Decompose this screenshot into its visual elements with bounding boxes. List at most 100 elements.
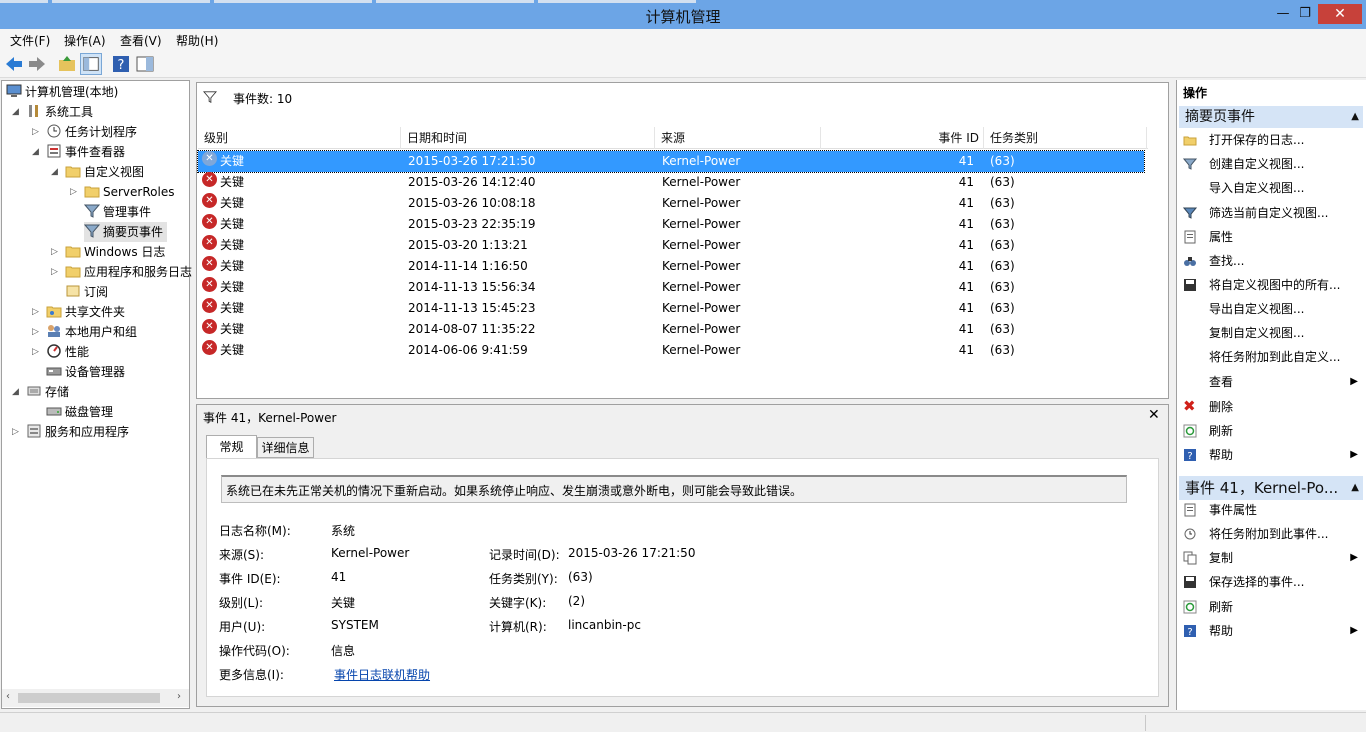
expander-icon[interactable]: ▷ bbox=[12, 422, 19, 442]
table-row[interactable]: ✕ 关键 2015-03-26 10:08:18 Kernel-Power 41 (63) bbox=[198, 193, 1144, 214]
tree-item-local-users-groups[interactable]: ▷ 本地用户和组 bbox=[32, 322, 137, 342]
action-view[interactable]: 查看 ▶ bbox=[1182, 371, 1362, 393]
tree-label: 系统工具 bbox=[45, 105, 94, 119]
action-create-custom-view[interactable]: 创建自定义视图... bbox=[1182, 153, 1362, 175]
tree-item-server-roles[interactable]: ▷ ServerRoles bbox=[70, 182, 174, 202]
table-row[interactable]: ✕ 关键 2014-11-13 15:56:34 Kernel-Power 41 (63) bbox=[198, 277, 1144, 298]
tree-item-shared-folders[interactable]: ▷ 共享文件夹 bbox=[32, 302, 125, 322]
expander-icon[interactable]: ◢ bbox=[12, 382, 19, 402]
tree-item-subscriptions[interactable]: 订阅 bbox=[65, 282, 108, 302]
action-refresh-event[interactable]: 刷新 bbox=[1182, 596, 1362, 618]
table-row[interactable]: ✕ 关键 2015-03-26 17:21:50 Kernel-Power 41 (63) bbox=[197, 150, 1145, 173]
action-attach-task-to-view[interactable]: 将任务附加到此自定义... bbox=[1182, 346, 1362, 368]
table-row[interactable]: ✕ 关键 2014-11-14 1:16:50 Kernel-Power 41 (63) bbox=[198, 256, 1144, 277]
column-header-level[interactable]: 级别 bbox=[198, 127, 401, 149]
close-button[interactable]: ✕ bbox=[1318, 4, 1362, 24]
table-row[interactable]: ✕ 关键 2014-11-13 15:45:23 Kernel-Power 41 (63) bbox=[198, 298, 1144, 319]
menu-action[interactable]: 操作(A) bbox=[64, 32, 106, 49]
collapse-icon[interactable]: ▲ bbox=[1351, 476, 1359, 500]
action-attach-task-to-event[interactable]: 将任务附加到此事件... bbox=[1182, 523, 1362, 545]
tree-item-windows-logs[interactable]: ▷ Windows 日志 bbox=[51, 242, 165, 262]
column-header-datetime[interactable]: 日期和时间 bbox=[401, 127, 655, 149]
more-info-link[interactable]: 事件日志联机帮助 bbox=[334, 666, 430, 683]
expander-icon[interactable]: ▷ bbox=[51, 242, 58, 262]
tree-item-device-manager[interactable]: 设备管理器 bbox=[46, 362, 125, 382]
tab-details[interactable]: 详细信息 bbox=[257, 437, 314, 458]
show-hide-tree-icon[interactable] bbox=[80, 53, 102, 75]
cell-event-id: 41 bbox=[958, 217, 974, 231]
action-properties[interactable]: 属性 bbox=[1182, 226, 1362, 248]
svg-text:?: ? bbox=[1187, 627, 1192, 638]
action-copy-custom-view[interactable]: 复制自定义视图... bbox=[1182, 322, 1362, 344]
action-open-saved-log[interactable]: 打开保存的日志... bbox=[1182, 129, 1362, 151]
source-value: Kernel-Power bbox=[331, 546, 410, 560]
action-save-all-events[interactable]: 将自定义视图中的所有... bbox=[1182, 274, 1362, 296]
action-export-custom-view[interactable]: 导出自定义视图... bbox=[1182, 298, 1362, 320]
tree-label: 事件查看器 bbox=[65, 145, 126, 159]
tree-item-disk-management[interactable]: 磁盘管理 bbox=[46, 402, 113, 422]
tree-item-admin-events[interactable]: 管理事件 bbox=[84, 202, 151, 222]
scroll-left-icon[interactable]: ‹ bbox=[6, 691, 10, 702]
tree-item-event-viewer[interactable]: ◢ 事件查看器 bbox=[32, 142, 126, 162]
tree-item-performance[interactable]: ▷ 性能 bbox=[32, 342, 89, 362]
column-header-task-category[interactable]: 任务类别 bbox=[984, 127, 1147, 149]
forward-arrow-icon[interactable] bbox=[26, 53, 48, 75]
actions-section-summary-events[interactable]: 摘要页事件 ▲ bbox=[1179, 106, 1363, 128]
expander-icon[interactable]: ◢ bbox=[12, 102, 19, 122]
action-import-custom-view[interactable]: 导入自定义视图... bbox=[1182, 177, 1362, 199]
action-refresh[interactable]: 刷新 bbox=[1182, 420, 1362, 442]
table-row[interactable]: ✕ 关键 2015-03-20 1:13:21 Kernel-Power 41 (63) bbox=[198, 235, 1144, 256]
action-label: 打开保存的日志... bbox=[1209, 133, 1305, 147]
expander-icon[interactable]: ◢ bbox=[51, 162, 58, 182]
restore-button[interactable]: ❐ bbox=[1292, 4, 1318, 24]
action-event-properties[interactable]: 事件属性 bbox=[1182, 499, 1362, 521]
scrollbar-thumb[interactable] bbox=[18, 693, 160, 703]
action-filter-current-view[interactable]: 筛选当前自定义视图... bbox=[1182, 202, 1362, 224]
action-help[interactable]: ? 帮助 ▶ bbox=[1182, 444, 1362, 466]
svg-text:?: ? bbox=[1187, 451, 1192, 462]
expander-icon[interactable]: ▷ bbox=[70, 182, 77, 202]
menu-file[interactable]: 文件(F) bbox=[10, 32, 50, 49]
help-icon[interactable]: ? bbox=[110, 53, 132, 75]
expander-icon[interactable]: ▷ bbox=[32, 322, 39, 342]
action-copy[interactable]: 复制 ▶ bbox=[1182, 547, 1362, 569]
table-row[interactable]: ✕ 关键 2014-06-06 9:41:59 Kernel-Power 41 (63) bbox=[198, 340, 1144, 361]
logged-label: 记录时间(D): bbox=[489, 548, 560, 562]
tree-item-summary-events[interactable]: 摘要页事件 bbox=[84, 222, 168, 242]
tree-item-services-apps[interactable]: ▷ 服务和应用程序 bbox=[12, 422, 129, 442]
scroll-right-icon[interactable]: › bbox=[177, 691, 181, 702]
collapse-icon[interactable]: ▲ bbox=[1351, 106, 1359, 128]
up-folder-icon[interactable] bbox=[56, 53, 78, 75]
action-help-event[interactable]: ? 帮助 ▶ bbox=[1182, 620, 1362, 642]
tree-item-task-scheduler[interactable]: ▷ 任务计划程序 bbox=[32, 122, 137, 142]
expander-icon[interactable]: ▷ bbox=[32, 302, 39, 322]
table-row[interactable]: ✕ 关键 2014-08-07 11:35:22 Kernel-Power 41 (63) bbox=[198, 319, 1144, 340]
column-header-source[interactable]: 来源 bbox=[655, 127, 821, 149]
action-find[interactable]: 查找... bbox=[1182, 250, 1362, 272]
tree-item-custom-views[interactable]: ◢ 自定义视图 bbox=[51, 162, 144, 182]
column-header-event-id[interactable]: 事件 ID bbox=[821, 127, 984, 149]
cell-level: 关键 bbox=[220, 259, 245, 273]
close-detail-icon[interactable]: ✕ bbox=[1148, 407, 1160, 423]
menu-help[interactable]: 帮助(H) bbox=[176, 32, 218, 49]
actions-section-event[interactable]: 事件 41，Kernel-Po... ▲ bbox=[1179, 476, 1363, 500]
menu-view[interactable]: 查看(V) bbox=[120, 32, 162, 49]
table-row[interactable]: ✕ 关键 2015-03-26 14:12:40 Kernel-Power 41 (63) bbox=[198, 172, 1144, 193]
show-hide-action-pane-icon[interactable] bbox=[134, 53, 156, 75]
tree-horizontal-scrollbar[interactable]: ‹ › bbox=[2, 689, 189, 707]
action-delete[interactable]: ✖ 删除 bbox=[1182, 396, 1362, 418]
expander-icon[interactable]: ▷ bbox=[32, 122, 39, 142]
table-row[interactable]: ✕ 关键 2015-03-23 22:35:19 Kernel-Power 41 (63) bbox=[198, 214, 1144, 235]
tab-general[interactable]: 常规 bbox=[206, 435, 257, 458]
tree-item-app-service-logs[interactable]: ▷ 应用程序和服务日志 bbox=[51, 262, 192, 282]
cell-source: Kernel-Power bbox=[662, 196, 741, 210]
expander-icon[interactable]: ▷ bbox=[32, 342, 39, 362]
expander-icon[interactable]: ▷ bbox=[51, 262, 58, 282]
back-arrow-icon[interactable] bbox=[3, 53, 25, 75]
tree-item-system-tools[interactable]: ◢ 系统工具 bbox=[12, 102, 94, 122]
tree-item-computer-management[interactable]: 计算机管理(本地) bbox=[6, 82, 118, 102]
critical-error-icon: ✕ bbox=[202, 193, 217, 208]
expander-icon[interactable]: ◢ bbox=[32, 142, 39, 162]
action-save-selected-events[interactable]: 保存选择的事件... bbox=[1182, 571, 1362, 593]
tree-item-storage[interactable]: ◢ 存储 bbox=[12, 382, 69, 402]
